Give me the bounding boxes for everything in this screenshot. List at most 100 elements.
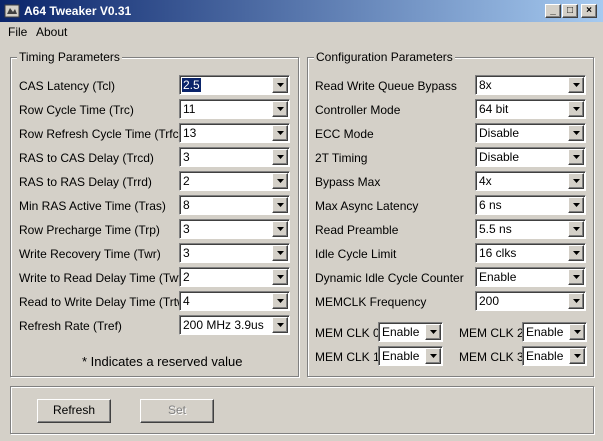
mem-clk-1-label: MEM CLK 1 [315, 350, 380, 364]
dropdown-arrow-icon[interactable] [272, 125, 288, 141]
read-write-queue-bypass-value: 8x [479, 78, 492, 92]
dropdown-arrow-icon[interactable] [272, 293, 288, 309]
maximize-button[interactable]: □ [562, 4, 578, 18]
mem-clk-3-label: MEM CLK 3 [459, 350, 524, 364]
cas-latency-tcl-select[interactable]: 2.5 [179, 75, 290, 95]
memclk-frequency-value: 200 [479, 294, 500, 308]
row-refresh-cycle-time-trfc-select[interactable]: 13 [179, 123, 290, 143]
ras-to-ras-delay-trrd-value: 2 [183, 174, 190, 188]
refresh-rate-tref-select[interactable]: 200 MHz 3.9us [179, 315, 290, 335]
ras-to-cas-delay-trcd-select[interactable]: 3 [179, 147, 290, 167]
app-icon [4, 4, 20, 18]
dropdown-arrow-icon[interactable] [568, 245, 584, 261]
dropdown-arrow-icon[interactable] [569, 324, 585, 340]
dropdown-arrow-icon[interactable] [568, 269, 584, 285]
dropdown-arrow-icon[interactable] [568, 125, 584, 141]
dropdown-arrow-icon[interactable] [272, 77, 288, 93]
dropdown-arrow-icon[interactable] [272, 269, 288, 285]
dropdown-arrow-icon[interactable] [272, 317, 288, 333]
dropdown-arrow-icon[interactable] [568, 197, 584, 213]
min-ras-active-time-tras-label: Min RAS Active Time (Tras) [19, 199, 166, 213]
title-bar[interactable]: A64 Tweaker V0.31 _ □ × [0, 0, 603, 22]
2t-timing-select[interactable]: Disable [475, 147, 586, 167]
write-recovery-time-twr-select[interactable]: 3 [179, 243, 290, 263]
write-to-read-delay-time-twtr-value: 2 [183, 270, 190, 284]
refresh-button[interactable]: Refresh [37, 399, 111, 423]
ras-to-ras-delay-trrd-select[interactable]: 2 [179, 171, 290, 191]
controller-mode-label: Controller Mode [315, 103, 401, 117]
bypass-max-select[interactable]: 4x [475, 171, 586, 191]
cas-latency-tcl-label: CAS Latency (Tcl) [19, 79, 116, 93]
dropdown-arrow-icon[interactable] [272, 245, 288, 261]
dropdown-arrow-icon[interactable] [569, 348, 585, 364]
ecc-mode-select[interactable]: Disable [475, 123, 586, 143]
ras-to-cas-delay-trcd-value: 3 [183, 150, 190, 164]
dropdown-arrow-icon[interactable] [568, 293, 584, 309]
menu-file[interactable]: File [8, 25, 27, 39]
dropdown-arrow-icon[interactable] [272, 197, 288, 213]
read-preamble-select[interactable]: 5.5 ns [475, 219, 586, 239]
ecc-mode-value: Disable [479, 126, 520, 140]
window-title: A64 Tweaker V0.31 [24, 4, 132, 18]
dropdown-arrow-icon[interactable] [272, 149, 288, 165]
menu-about[interactable]: About [36, 25, 67, 39]
dropdown-arrow-icon[interactable] [568, 101, 584, 117]
row-refresh-cycle-time-trfc-value: 13 [183, 126, 197, 140]
2t-timing-label: 2T Timing [315, 151, 368, 165]
idle-cycle-limit-select[interactable]: 16 clks [475, 243, 586, 263]
minimize-button[interactable]: _ [545, 4, 561, 18]
mem-clk-2-label: MEM CLK 2 [459, 326, 524, 340]
timing-parameters-title: Timing Parameters [17, 50, 122, 64]
row-cycle-time-trc-label: Row Cycle Time (Trc) [19, 103, 134, 117]
close-button[interactable]: × [581, 4, 597, 18]
max-async-latency-select[interactable]: 6 ns [475, 195, 586, 215]
bypass-max-label: Bypass Max [315, 175, 381, 189]
idle-cycle-limit-value: 16 clks [479, 246, 517, 260]
mem-clk-0-value: Enable [382, 325, 420, 339]
row-cycle-time-trc-value: 11 [183, 102, 196, 116]
configuration-parameters-title: Configuration Parameters [314, 50, 455, 64]
dropdown-arrow-icon[interactable] [568, 221, 584, 237]
mem-clk-2-value: Enable [526, 325, 564, 339]
read-write-queue-bypass-select[interactable]: 8x [475, 75, 586, 95]
row-precharge-time-trp-value: 3 [183, 222, 190, 236]
set-button[interactable]: Set [140, 399, 214, 423]
mem-clk-2-select[interactable]: Enable [522, 322, 587, 342]
dropdown-arrow-icon[interactable] [272, 101, 288, 117]
mem-clk-0-label: MEM CLK 0 [315, 326, 380, 340]
controller-mode-value: 64 bit [479, 102, 509, 116]
2t-timing-value: Disable [479, 150, 520, 164]
row-precharge-time-trp-select[interactable]: 3 [179, 219, 290, 239]
mem-clk-1-value: Enable [382, 349, 420, 363]
min-ras-active-time-tras-select[interactable]: 8 [179, 195, 290, 215]
dynamic-idle-cycle-counter-value: Enable [479, 270, 517, 284]
dropdown-arrow-icon[interactable] [425, 324, 441, 340]
menu-bar: File About [0, 22, 603, 41]
dropdown-arrow-icon[interactable] [568, 173, 584, 189]
read-to-write-delay-time-trtw-select[interactable]: 4 [179, 291, 290, 311]
dropdown-arrow-icon[interactable] [272, 173, 288, 189]
read-preamble-value: 5.5 ns [479, 222, 512, 236]
mem-clk-3-select[interactable]: Enable [522, 346, 587, 366]
write-recovery-time-twr-label: Write Recovery Time (Twr) [19, 247, 161, 261]
button-panel: Refresh Set [10, 386, 594, 434]
dropdown-arrow-icon[interactable] [425, 348, 441, 364]
dropdown-arrow-icon[interactable] [568, 77, 584, 93]
memclk-frequency-select[interactable]: 200 [475, 291, 586, 311]
mem-clk-3-value: Enable [526, 349, 564, 363]
row-cycle-time-trc-select[interactable]: 11 [179, 99, 290, 119]
mem-clk-0-select[interactable]: Enable [378, 322, 443, 342]
controller-mode-select[interactable]: 64 bit [475, 99, 586, 119]
refresh-rate-tref-value: 200 MHz 3.9us [183, 318, 264, 332]
mem-clk-1-select[interactable]: Enable [378, 346, 443, 366]
dynamic-idle-cycle-counter-select[interactable]: Enable [475, 267, 586, 287]
dynamic-idle-cycle-counter-label: Dynamic Idle Cycle Counter [315, 271, 464, 285]
write-recovery-time-twr-value: 3 [183, 246, 190, 260]
max-async-latency-label: Max Async Latency [315, 199, 419, 213]
dropdown-arrow-icon[interactable] [272, 221, 288, 237]
write-to-read-delay-time-twtr-select[interactable]: 2 [179, 267, 290, 287]
read-to-write-delay-time-trtw-value: 4 [183, 294, 190, 308]
dropdown-arrow-icon[interactable] [568, 149, 584, 165]
reserved-value-note: * Indicates a reserved value [82, 354, 243, 369]
row-refresh-cycle-time-trfc-label: Row Refresh Cycle Time (Trfc) [19, 127, 183, 141]
